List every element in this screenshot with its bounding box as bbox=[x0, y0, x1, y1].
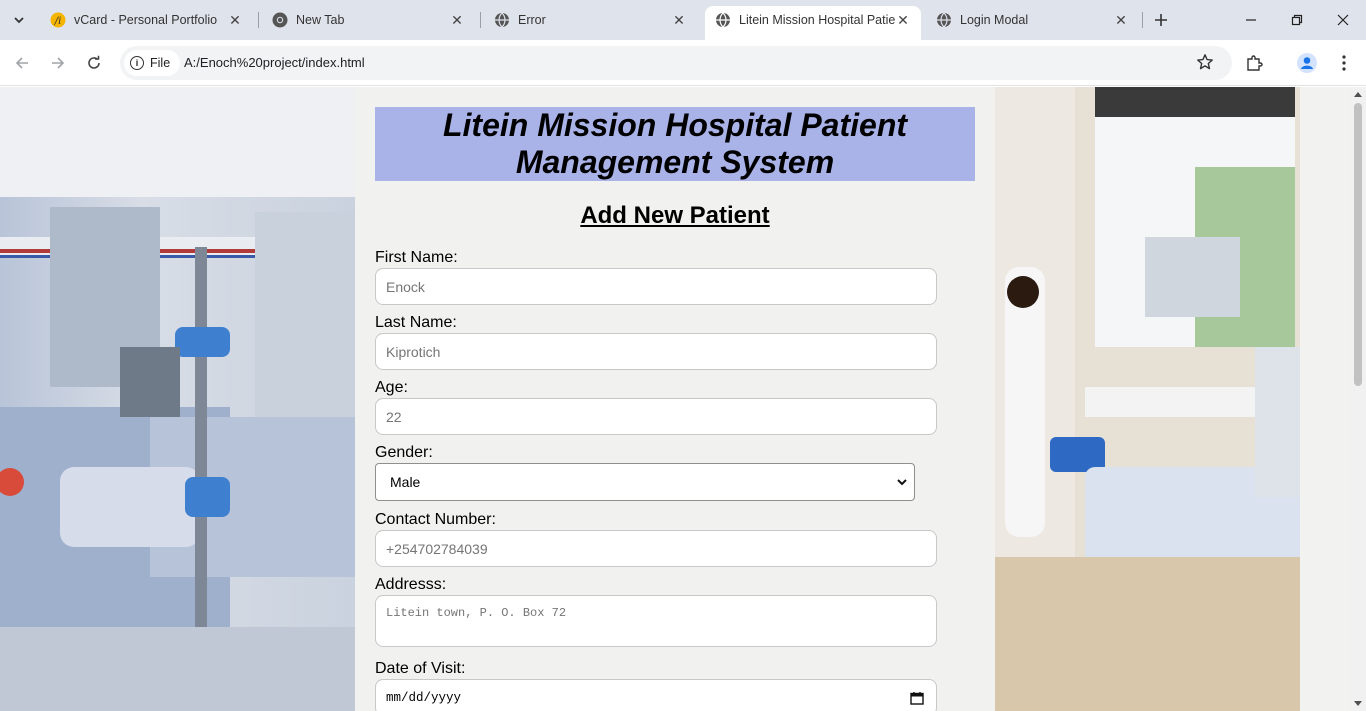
hospital-room-image bbox=[0, 87, 355, 711]
tab-separator bbox=[258, 12, 259, 28]
age-placeholder: 22 bbox=[386, 408, 402, 425]
info-icon: i bbox=[130, 56, 144, 70]
plus-icon bbox=[1155, 14, 1167, 26]
tab-error[interactable]: Error ✕ bbox=[484, 6, 697, 34]
age-label: Age: bbox=[375, 379, 408, 396]
address-placeholder: Litein town, P. O. Box 72 bbox=[386, 606, 567, 620]
tab-title: Error bbox=[518, 13, 546, 27]
scroll-down-arrow[interactable] bbox=[1354, 701, 1362, 706]
new-tab-button[interactable] bbox=[1150, 9, 1172, 31]
arrow-left-icon bbox=[15, 57, 28, 69]
hospital-background-right bbox=[995, 87, 1350, 711]
tab-new-tab[interactable]: New Tab ✕ bbox=[262, 6, 475, 34]
svg-text:/i: /i bbox=[54, 16, 62, 27]
restore-button[interactable] bbox=[1274, 0, 1320, 40]
globe-icon bbox=[936, 12, 952, 28]
vcard-favicon: /i bbox=[50, 12, 66, 28]
tab-litein-hospital[interactable]: Litein Mission Hospital Patie ✕ bbox=[705, 6, 921, 40]
first-name-input[interactable]: Enock bbox=[375, 268, 937, 305]
page-viewport: Litein Mission Hospital Patient Manageme… bbox=[0, 87, 1350, 711]
site-info-chip[interactable]: i File bbox=[124, 50, 181, 76]
tab-title: vCard - Personal Portfolio bbox=[74, 13, 218, 27]
chevron-down-icon bbox=[14, 17, 24, 24]
address-bar[interactable]: i File A:/Enoch%20project/index.html bbox=[120, 46, 1232, 80]
hospital-background-left bbox=[0, 87, 355, 711]
tab-search-button[interactable] bbox=[6, 8, 32, 32]
chrome-icon bbox=[272, 12, 288, 28]
forward-button[interactable] bbox=[46, 51, 70, 75]
date-of-visit-value: mm/dd/yyyy bbox=[386, 690, 462, 705]
age-input[interactable]: 22 bbox=[375, 398, 937, 435]
contact-number-input[interactable]: +254702784039 bbox=[375, 530, 937, 567]
close-window-button[interactable] bbox=[1320, 0, 1366, 40]
first-name-placeholder: Enock bbox=[386, 278, 425, 295]
date-of-visit-input[interactable]: mm/dd/yyyy bbox=[375, 679, 937, 711]
avatar-icon bbox=[1297, 53, 1317, 73]
browser-toolbar: i File A:/Enoch%20project/index.html bbox=[0, 40, 1366, 86]
gender-label: Gender: bbox=[375, 444, 433, 461]
arrow-right-icon bbox=[52, 57, 65, 69]
page-scrollbar[interactable] bbox=[1350, 87, 1366, 711]
close-icon[interactable]: ✕ bbox=[895, 12, 911, 29]
tab-separator bbox=[1142, 12, 1143, 28]
close-icon bbox=[1337, 14, 1349, 26]
contact-number-label: Contact Number: bbox=[375, 511, 496, 528]
globe-icon bbox=[715, 12, 731, 28]
page-title-banner: Litein Mission Hospital Patient Manageme… bbox=[375, 107, 975, 181]
scrollbar-thumb[interactable] bbox=[1354, 103, 1362, 386]
contact-number-placeholder: +254702784039 bbox=[386, 540, 488, 557]
close-icon[interactable]: ✕ bbox=[671, 12, 687, 29]
puzzle-icon bbox=[1247, 55, 1263, 71]
menu-button[interactable] bbox=[1332, 51, 1356, 75]
tab-title: Litein Mission Hospital Patie bbox=[739, 13, 895, 27]
reload-icon bbox=[88, 55, 100, 69]
close-icon[interactable]: ✕ bbox=[1113, 12, 1129, 29]
bookmark-star-icon[interactable] bbox=[1196, 53, 1214, 76]
gender-selected-value: Male bbox=[390, 474, 421, 490]
form-heading: Add New Patient bbox=[580, 202, 770, 229]
profile-button[interactable] bbox=[1295, 51, 1319, 75]
tab-separator bbox=[480, 12, 481, 28]
hospital-ward-image bbox=[995, 87, 1350, 711]
globe-icon bbox=[494, 12, 510, 28]
reload-button[interactable] bbox=[82, 51, 106, 75]
last-name-label: Last Name: bbox=[375, 314, 457, 331]
first-name-label: First Name: bbox=[375, 249, 458, 266]
more-vert-icon bbox=[1342, 55, 1346, 71]
tab-title: Login Modal bbox=[960, 13, 1029, 27]
tab-title: New Tab bbox=[296, 13, 345, 27]
back-button[interactable] bbox=[10, 51, 34, 75]
site-info-label: File bbox=[150, 56, 171, 70]
last-name-input[interactable]: Kiprotich bbox=[375, 333, 937, 370]
minimize-icon bbox=[1246, 19, 1256, 21]
close-icon[interactable]: ✕ bbox=[227, 12, 243, 29]
address-textarea[interactable]: Litein town, P. O. Box 72 bbox=[375, 595, 937, 647]
extensions-button[interactable] bbox=[1242, 51, 1266, 75]
scroll-up-arrow[interactable] bbox=[1354, 92, 1362, 97]
tab-vcard[interactable]: /i vCard - Personal Portfolio ✕ bbox=[40, 6, 253, 34]
gender-select[interactable]: Male bbox=[375, 463, 915, 501]
close-icon[interactable]: ✕ bbox=[449, 12, 465, 29]
patient-form-panel: Litein Mission Hospital Patient Manageme… bbox=[355, 87, 995, 711]
tab-strip: /i vCard - Personal Portfolio ✕ New Tab … bbox=[0, 0, 1366, 40]
minimize-button[interactable] bbox=[1228, 0, 1274, 40]
restore-icon bbox=[1291, 14, 1303, 26]
address-label: Addresss: bbox=[375, 576, 447, 593]
calendar-icon[interactable] bbox=[910, 691, 924, 705]
url-text[interactable]: A:/Enoch%20project/index.html bbox=[184, 55, 365, 70]
tab-login-modal[interactable]: Login Modal ✕ bbox=[926, 6, 1139, 34]
last-name-placeholder: Kiprotich bbox=[386, 343, 441, 360]
chevron-down-icon bbox=[897, 479, 907, 486]
date-of-visit-label: Date of Visit: bbox=[375, 660, 466, 677]
